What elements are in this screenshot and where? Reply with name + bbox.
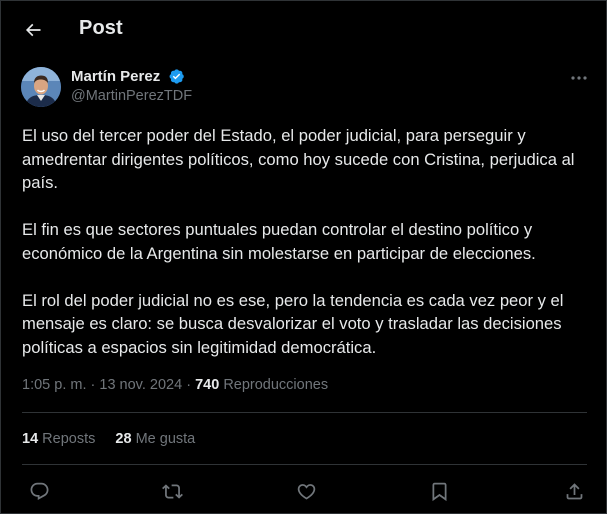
reposts-stat[interactable]: 14 Reposts bbox=[22, 431, 95, 447]
meta-separator: · bbox=[90, 377, 96, 393]
reposts-label: Reposts bbox=[42, 431, 96, 447]
post-date[interactable]: 13 nov. 2024 bbox=[99, 377, 182, 393]
verified-badge-icon[interactable] bbox=[168, 68, 185, 85]
share-icon bbox=[564, 481, 585, 502]
post-meta: 1:05 p. m. · 13 nov. 2024 · 740 Reproduc… bbox=[22, 377, 328, 393]
back-button[interactable] bbox=[15, 12, 51, 48]
likes-stat[interactable]: 28 Me gusta bbox=[115, 431, 195, 447]
bookmark-button[interactable] bbox=[426, 478, 452, 504]
action-bar bbox=[1, 475, 606, 505]
like-button[interactable] bbox=[293, 478, 319, 504]
divider bbox=[22, 412, 587, 413]
views-count: 740 bbox=[195, 377, 220, 393]
repost-button[interactable] bbox=[159, 478, 185, 504]
post-paragraph: El uso del tercer poder del Estado, el p… bbox=[22, 126, 575, 192]
likes-label: Me gusta bbox=[135, 431, 196, 447]
bookmark-icon bbox=[429, 481, 450, 502]
author-handle[interactable]: @MartinPerezTDF bbox=[71, 88, 192, 104]
post-stats: 14 Reposts 28 Me gusta bbox=[22, 431, 211, 447]
post-time[interactable]: 1:05 p. m. bbox=[22, 377, 86, 393]
arrow-left-icon bbox=[23, 20, 43, 40]
page-header: Post bbox=[1, 1, 606, 58]
page-title: Post bbox=[79, 17, 123, 39]
author-names: Martín Perez @MartinPerezTDF bbox=[71, 68, 192, 104]
views-label: Reproducciones bbox=[223, 377, 329, 393]
repost-icon bbox=[161, 481, 183, 502]
reply-icon bbox=[29, 481, 50, 502]
likes-count: 28 bbox=[115, 431, 132, 447]
post-paragraph: El rol del poder judicial no es ese, per… bbox=[22, 290, 564, 357]
post-author: Martín Perez @MartinPerezTDF bbox=[21, 65, 192, 109]
more-options-button[interactable] bbox=[564, 67, 594, 89]
author-display-name[interactable]: Martín Perez bbox=[71, 68, 160, 85]
heart-icon bbox=[296, 481, 317, 502]
post-paragraph: El fin es que sectores puntuales puedan … bbox=[22, 220, 536, 263]
share-button[interactable] bbox=[561, 478, 587, 504]
reply-button[interactable] bbox=[26, 478, 52, 504]
post-page: Post Martín Perez @MartinPerezTDF El uso… bbox=[0, 0, 607, 514]
reposts-count: 14 bbox=[22, 431, 39, 447]
post-text: El uso del tercer poder del Estado, el p… bbox=[22, 124, 592, 383]
more-horizontal-icon bbox=[570, 75, 588, 81]
avatar[interactable] bbox=[21, 67, 61, 107]
meta-separator: · bbox=[186, 377, 192, 393]
divider bbox=[22, 464, 587, 465]
